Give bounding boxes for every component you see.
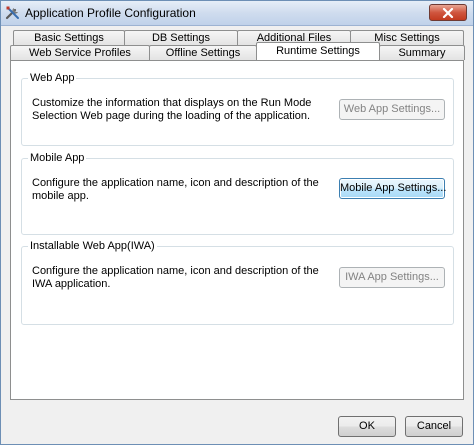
close-icon <box>442 7 454 19</box>
tab-runtime-settings[interactable]: Runtime Settings <box>256 42 380 60</box>
tab-summary[interactable]: Summary <box>379 45 465 60</box>
web-app-description: Customize the information that displays … <box>32 97 312 122</box>
tab-basic-settings[interactable]: Basic Settings <box>13 30 125 45</box>
iwa-group-title: Installable Web App(IWA) <box>28 240 157 252</box>
tab-db-settings[interactable]: DB Settings <box>124 30 238 45</box>
title-bar[interactable]: Application Profile Configuration <box>1 1 473 26</box>
mobile-app-description: Configure the application name, icon and… <box>32 177 319 202</box>
window-title: Application Profile Configuration <box>25 6 196 20</box>
cancel-button[interactable]: Cancel <box>405 416 463 437</box>
iwa-description: Configure the application name, icon and… <box>32 265 319 290</box>
iwa-group: Installable Web App(IWA) Configure the a… <box>21 240 454 325</box>
tools-icon <box>5 5 21 21</box>
tab-offline-settings[interactable]: Offline Settings <box>149 45 257 60</box>
close-button[interactable] <box>429 4 467 21</box>
dialog-window: Application Profile Configuration Basic … <box>0 0 474 445</box>
tab-web-service-profiles[interactable]: Web Service Profiles <box>10 45 150 60</box>
web-app-group: Web App Customize the information that d… <box>21 72 454 146</box>
mobile-app-settings-button[interactable]: Mobile App Settings... <box>339 178 446 199</box>
web-app-settings-button[interactable]: Web App Settings... <box>339 99 445 120</box>
ok-button[interactable]: OK <box>338 416 396 437</box>
runtime-settings-panel: Web App Customize the information that d… <box>10 60 464 400</box>
iwa-app-settings-button[interactable]: IWA App Settings... <box>339 267 445 288</box>
mobile-app-group: Mobile App Configure the application nam… <box>21 152 454 235</box>
mobile-app-group-title: Mobile App <box>28 152 87 164</box>
web-app-group-title: Web App <box>28 72 77 84</box>
